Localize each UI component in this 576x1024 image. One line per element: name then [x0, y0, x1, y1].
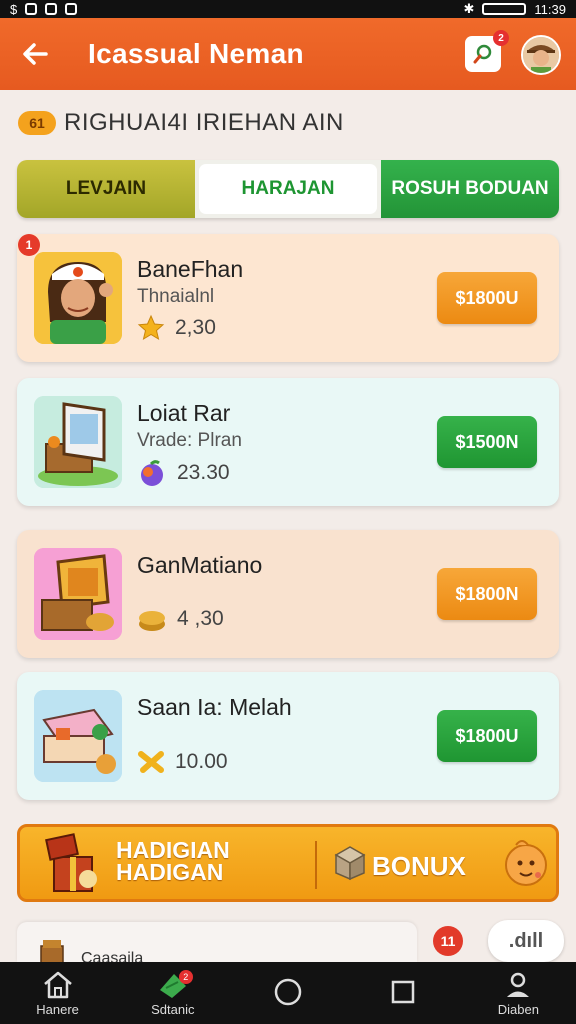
- box-icon: [334, 846, 366, 881]
- nav-home-button[interactable]: [238, 962, 338, 1024]
- tab-levjain[interactable]: LEVJAIN: [17, 160, 195, 218]
- search-button[interactable]: 2: [465, 30, 509, 72]
- item-name: BaneFhan: [137, 256, 244, 282]
- item-meta: 10.00: [137, 748, 228, 776]
- item-meta: 2,30: [137, 314, 216, 342]
- banner-text: HADIGIAN HADIGAN: [116, 837, 230, 885]
- nav-profile[interactable]: Diaben: [468, 962, 568, 1024]
- item-name: Saan Ia: Melah: [137, 694, 292, 720]
- notification-badge[interactable]: 11: [433, 926, 463, 956]
- status-dollar: $: [10, 1, 18, 17]
- item-subtitle: Vrade: Plran: [137, 430, 242, 451]
- star-icon: [137, 314, 165, 341]
- chest-thumbnail: [34, 396, 122, 488]
- banner-line-1: HADIGIAN: [116, 837, 230, 863]
- mascot-icon: [505, 840, 547, 886]
- app-bar: Icassual Neman 2: [0, 18, 576, 90]
- back-button[interactable]: [0, 18, 70, 90]
- banner-divider: [315, 841, 317, 889]
- notification-icon: [45, 3, 58, 15]
- stats-pill[interactable]: .dıll: [488, 920, 564, 962]
- tab-label: LEVJAIN: [65, 178, 147, 199]
- item-meta-value: 10.00: [175, 750, 228, 773]
- search-badge: 2: [493, 30, 509, 46]
- search-icon: [473, 44, 492, 64]
- price-button[interactable]: $1800N: [437, 568, 537, 620]
- item-meta-value: 2,30: [175, 316, 216, 339]
- nav-home[interactable]: Hanere: [8, 962, 108, 1024]
- list-item[interactable]: BaneFhan Thnaialnl 2,30 $1800U: [17, 234, 559, 362]
- list-item[interactable]: Saan Ia: Melah 10.00 $1800U: [17, 672, 559, 800]
- item-meta: 4 ,30: [137, 604, 224, 634]
- item-name: GanMatiano: [137, 552, 263, 578]
- cross-star-icon: [138, 751, 164, 773]
- list-item[interactable]: Caasaila: [17, 922, 417, 967]
- section-header: 61 RIGHUAI4I IRIEHAN AIN: [18, 106, 344, 140]
- tab-label: ROSUH BODUAN: [391, 178, 549, 199]
- price-button[interactable]: $1500N: [437, 416, 537, 468]
- circle-icon: [274, 978, 302, 1006]
- tab-rosuh-boduan[interactable]: ROSUH BODUAN: [381, 160, 559, 218]
- price-button[interactable]: $1800U: [437, 710, 537, 762]
- item-subtitle: Thnaialnl: [137, 286, 215, 307]
- gift-icon: [45, 833, 97, 892]
- item-meta-value: 4 ,30: [177, 607, 224, 630]
- status-time: 11:39: [534, 1, 566, 17]
- person-thumbnail: [34, 252, 122, 344]
- battery-icon: [482, 3, 527, 15]
- app-icon: [65, 3, 78, 15]
- item-meta: 23.30: [137, 458, 230, 488]
- nav-label: Sdtanic: [151, 1001, 195, 1017]
- section-badge: 61: [18, 111, 56, 135]
- list-item[interactable]: GanMatiano 4 ,30 $1800N: [17, 530, 559, 658]
- status-bar: $ ✱ 11:39: [0, 0, 576, 18]
- fruit-icon: [141, 460, 163, 486]
- home-icon: [43, 971, 72, 998]
- treasure-thumbnail: [34, 548, 122, 640]
- item-name: Loiat Rar: [137, 400, 231, 426]
- nav-sdtanic[interactable]: 2 Sdtanic: [123, 962, 223, 1024]
- banner-line-2: HADIGAN: [116, 859, 224, 885]
- goods-thumbnail: [34, 690, 122, 782]
- avatar[interactable]: [521, 35, 561, 75]
- list-item[interactable]: Loiat Rar Vrade: Plran 23.30 $1500N: [17, 378, 559, 506]
- item-meta-value: 23.30: [177, 461, 230, 484]
- bottom-nav: Hanere 2 Sdtanic Diaben: [0, 962, 576, 1024]
- bonus-banner[interactable]: HADIGIAN HADIGAN BONUX: [17, 824, 559, 902]
- coin-icon: [139, 611, 165, 631]
- price-button[interactable]: $1800U: [437, 272, 537, 324]
- square-icon: [391, 980, 415, 1004]
- nav-badge: 2: [178, 970, 193, 984]
- bonus-label: BONUX: [372, 851, 466, 881]
- nav-recents-button[interactable]: [353, 962, 453, 1024]
- nav-label: Hanere: [36, 1001, 79, 1017]
- page-title: Icassual Neman: [88, 38, 304, 69]
- tab-harajan[interactable]: HARAJAN: [195, 160, 381, 218]
- bluetooth-icon: ✱: [463, 1, 475, 16]
- arrow-left-icon: [23, 43, 48, 65]
- person-icon: [507, 972, 530, 997]
- signal-icon: [25, 3, 38, 15]
- nav-label: Diaben: [497, 1001, 539, 1017]
- tab-bar: LEVJAIN HARAJAN ROSUH BODUAN: [17, 160, 559, 218]
- tab-label: HARAJAN: [241, 178, 335, 199]
- card-badge: 1: [18, 234, 40, 256]
- avatar-icon: [523, 37, 559, 73]
- section-title: RIGHUAI4I IRIEHAN AIN: [64, 109, 344, 136]
- chest-icon: [40, 940, 64, 964]
